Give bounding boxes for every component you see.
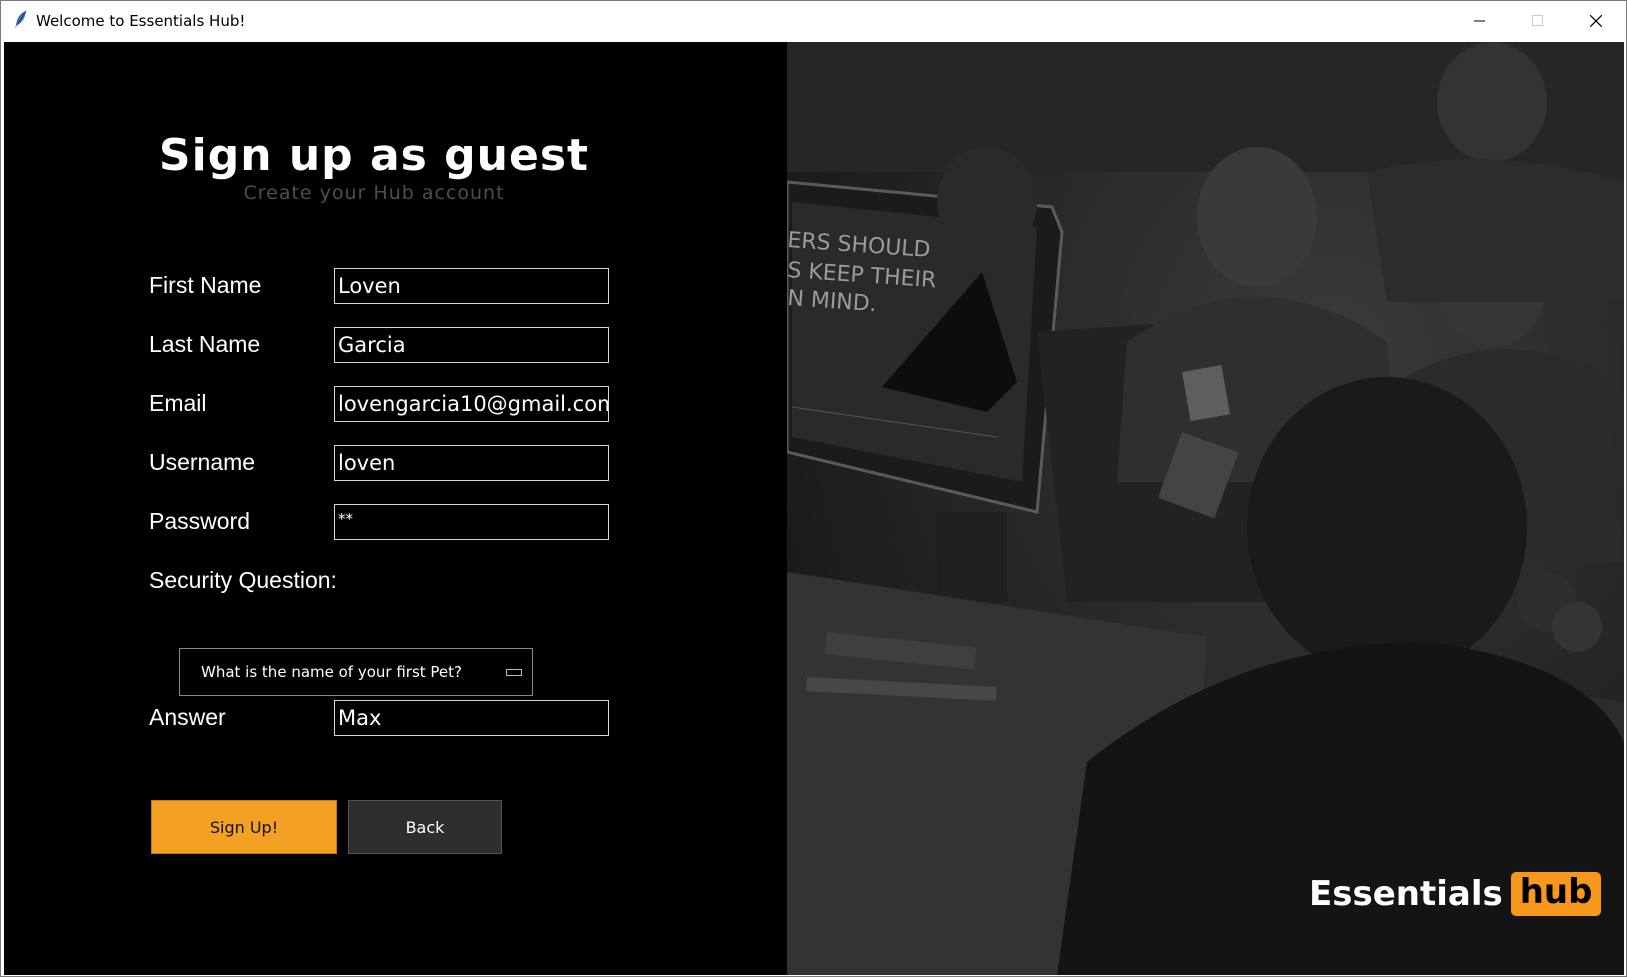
logo-word-essentials: Essentials <box>1309 874 1503 914</box>
answer-label: Answer <box>149 704 226 730</box>
title-bar[interactable]: Welcome to Essentials Hub! <box>1 1 1626 41</box>
close-icon <box>1590 15 1602 27</box>
password-field[interactable]: ** <box>334 504 609 540</box>
answer-field[interactable]: Max <box>334 700 609 736</box>
page-title: Sign up as guest <box>158 130 590 181</box>
feather-icon <box>13 10 29 30</box>
password-label: Password <box>149 508 250 534</box>
app-window: Welcome to Essentials Hub! Sign up as gu… <box>0 0 1627 977</box>
email-field[interactable]: lovengarcia10@gmail.com <box>334 386 609 422</box>
minimize-button[interactable] <box>1451 1 1509 41</box>
window-title: Welcome to Essentials Hub! <box>36 12 246 30</box>
username-field[interactable]: loven <box>334 445 609 481</box>
page-subtitle: Create your Hub account <box>243 182 505 204</box>
username-label: Username <box>149 449 256 475</box>
signup-panel: Sign up as guest Create your Hub account… <box>4 42 787 975</box>
security-question-value: What is the name of your first Pet? <box>201 663 463 681</box>
maximize-icon <box>1532 15 1543 26</box>
client-area: Sign up as guest Create your Hub account… <box>4 42 1624 975</box>
email-label: Email <box>149 390 207 416</box>
first-name-field[interactable]: Loven <box>334 268 609 304</box>
sign-up-button[interactable]: Sign Up! <box>151 800 337 854</box>
logo-word-hub: hub <box>1510 872 1602 916</box>
first-name-label: First Name <box>149 272 262 298</box>
security-question-select[interactable]: What is the name of your first Pet? <box>179 648 533 696</box>
back-button[interactable]: Back <box>348 800 502 854</box>
last-name-label: Last Name <box>149 331 261 357</box>
office-scene-image: ERS SHOULD S KEEP THEIR N MIND. <box>787 42 1624 975</box>
dropdown-indicator-icon <box>506 669 522 676</box>
maximize-button[interactable] <box>1509 1 1567 41</box>
security-question-label: Security Question: <box>149 567 337 593</box>
close-button[interactable] <box>1567 1 1625 41</box>
minimize-icon <box>1474 20 1485 22</box>
last-name-field[interactable]: Garcia <box>334 327 609 363</box>
background-photo: ERS SHOULD S KEEP THEIR N MIND. Essentia… <box>787 42 1624 975</box>
essentials-hub-logo: Essentials hub <box>1309 872 1602 916</box>
